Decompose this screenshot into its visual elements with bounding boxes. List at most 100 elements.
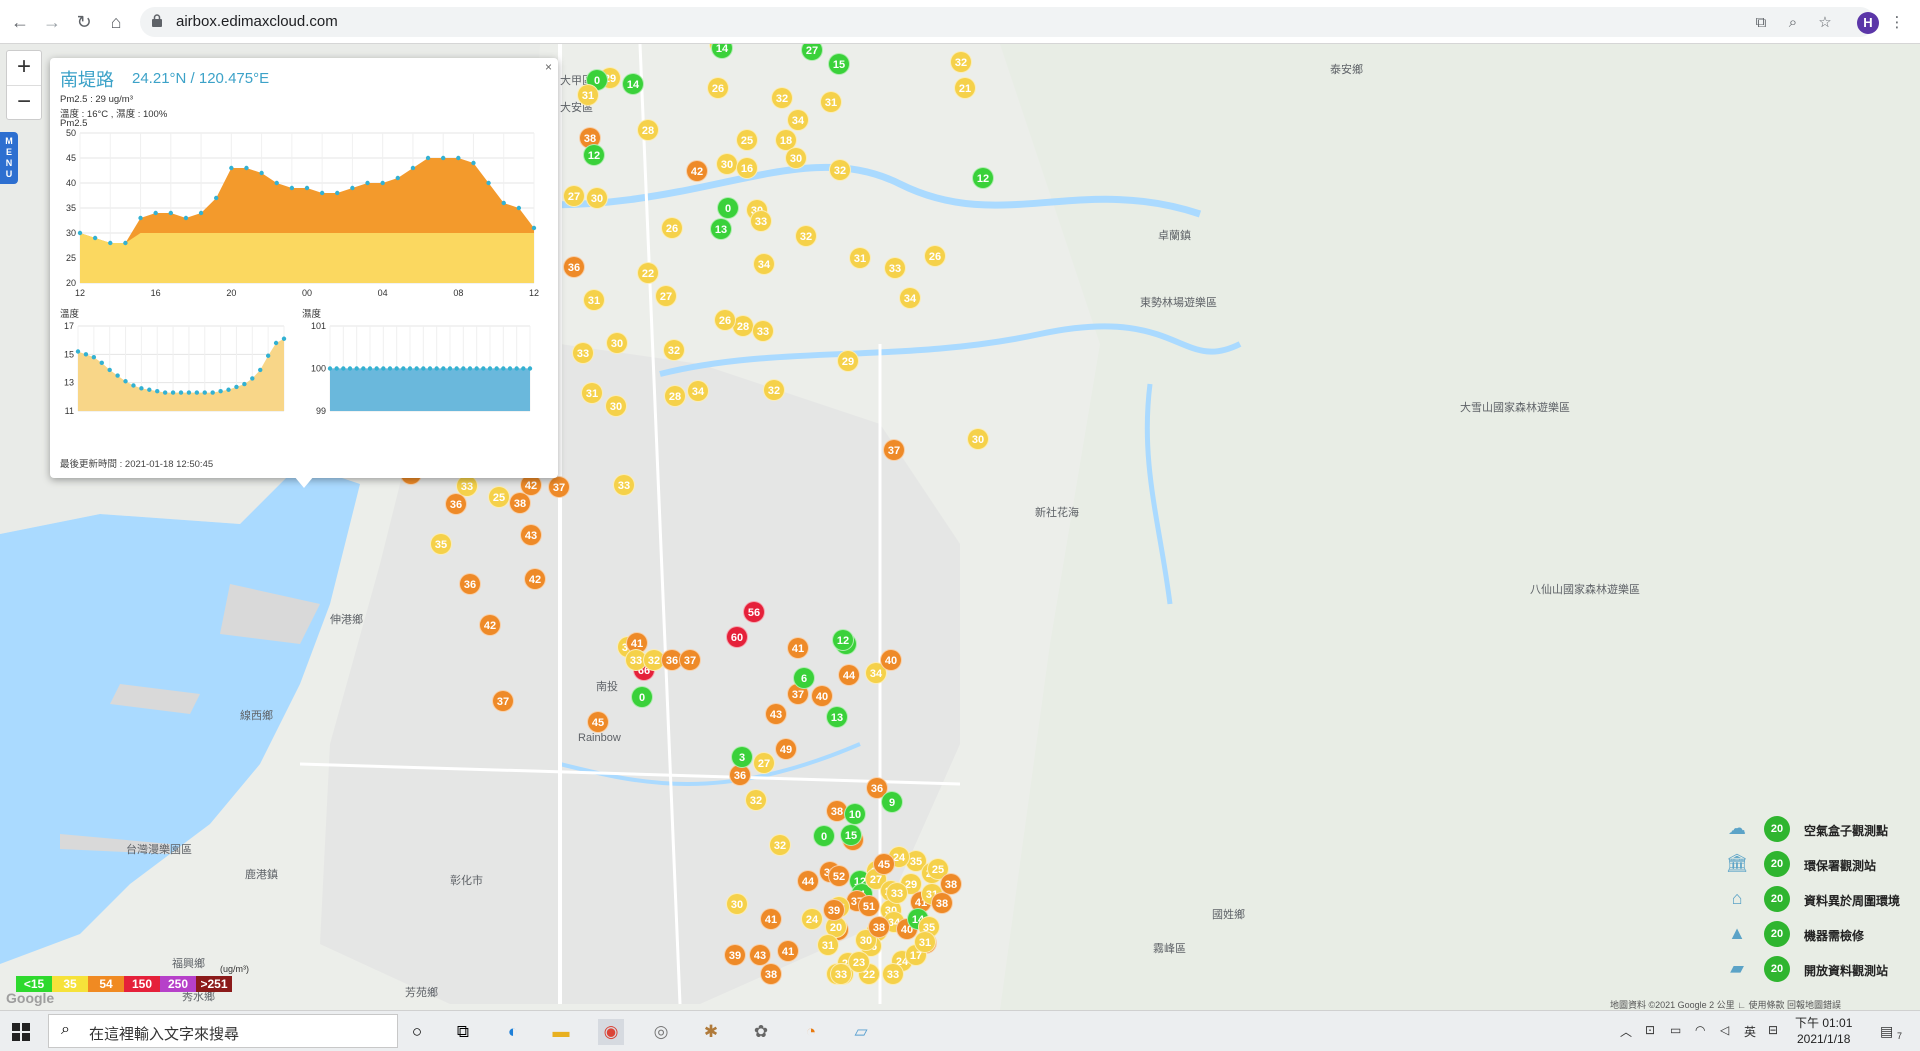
chrome-icon[interactable]: ◉ [598,1019,624,1045]
volume-icon[interactable]: ◁ [1720,1023,1729,1037]
sensor-marker[interactable]: 39 [724,944,746,966]
sensor-marker[interactable]: 40 [811,685,833,707]
sensor-marker[interactable]: 23 [848,951,870,973]
sensor-marker[interactable]: 38 [760,963,782,985]
sensor-marker[interactable]: 40 [880,649,902,671]
sensor-marker[interactable]: 35 [430,533,452,555]
sensor-marker[interactable]: 31 [577,84,599,106]
sensor-marker[interactable]: 36 [563,256,585,278]
home-icon[interactable]: ⌂ [104,10,128,34]
sensor-marker[interactable]: 38 [940,873,962,895]
sensor-marker[interactable]: 49 [775,738,797,760]
sensor-marker[interactable]: 52 [828,865,850,887]
kebab-menu-icon[interactable]: ⋮ [1888,14,1906,32]
sensor-marker[interactable]: 26 [714,309,736,331]
sensor-marker[interactable]: 6 [793,667,815,689]
menu-tab[interactable]: MENU [0,132,18,184]
task-view-icon[interactable]: ⧉ [450,1019,476,1045]
sensor-marker[interactable]: 33 [882,963,904,985]
sensor-marker[interactable]: 33 [613,474,635,496]
sensor-marker[interactable]: 44 [797,870,819,892]
app-icon-4[interactable]: ▱ [848,1019,874,1045]
address-bar[interactable]: airbox.edimaxcloud.com [140,7,1875,37]
back-arrow-icon[interactable]: ← [8,10,32,34]
sensor-marker[interactable]: 42 [479,614,501,636]
sensor-marker[interactable]: 43 [520,524,542,546]
sensor-marker[interactable]: 15 [828,53,850,75]
sensor-marker[interactable]: 30 [605,395,627,417]
close-icon[interactable]: × [545,60,552,74]
battery-icon[interactable]: ▭ [1670,1023,1681,1037]
zoom-in-button[interactable]: + [7,51,41,86]
blender-icon[interactable]: ◔ [798,1019,824,1045]
sensor-marker[interactable]: 31 [581,382,603,404]
sensor-marker[interactable]: 36 [459,573,481,595]
sensor-marker[interactable]: 44 [838,664,860,686]
zoom-magnifier-icon[interactable]: ⌕ [1784,14,1802,32]
sensor-marker[interactable]: 28 [637,119,659,141]
sensor-marker[interactable]: 45 [587,711,609,733]
sensor-marker[interactable]: 30 [967,428,989,450]
sensor-marker[interactable]: 31 [849,247,871,269]
sensor-marker[interactable]: 13 [710,218,732,240]
sensor-marker[interactable]: 32 [745,789,767,811]
sensor-marker[interactable]: 41 [787,637,809,659]
windows-start-icon[interactable] [12,1023,30,1041]
sensor-marker[interactable]: 32 [829,159,851,181]
bookmark-star-icon[interactable]: ☆ [1816,14,1834,32]
notification-icon[interactable]: ▤ [1880,1023,1893,1040]
zoom-out-button[interactable]: − [7,86,41,120]
map-canvas[interactable]: 大甲區 大安區 東勢林場遊樂區 大雪山國家森林遊樂區 卓蘭鎮 泰安鄉 伸港鄉 線西鄉 鹿港鎮 彰化… [0,44,1920,1010]
sensor-marker[interactable]: 56 [743,601,765,623]
sensor-marker[interactable]: 32 [771,87,793,109]
sensor-marker[interactable]: 29 [837,350,859,372]
sensor-marker[interactable]: 31 [817,934,839,956]
sensor-marker[interactable]: 32 [795,225,817,247]
tray-app-icon[interactable]: ⊡ [1645,1023,1655,1037]
sensor-marker[interactable]: 9 [881,791,903,813]
sensor-marker[interactable]: 38 [868,916,890,938]
sensor-marker[interactable]: 10 [844,803,866,825]
sensor-marker[interactable]: 32 [763,379,785,401]
tray-chevron-icon[interactable]: ︿ [1620,1023,1632,1040]
sensor-marker[interactable]: 28 [664,385,686,407]
sensor-marker[interactable]: 31 [820,91,842,113]
forward-arrow-icon[interactable]: → [40,10,64,34]
sensor-marker[interactable]: 22 [637,262,659,284]
sensor-marker[interactable]: 42 [524,568,546,590]
cortana-icon[interactable]: ○ [404,1019,430,1045]
sensor-marker[interactable]: 30 [586,187,608,209]
sensor-marker[interactable]: 31 [914,931,936,953]
sensor-marker[interactable]: 34 [899,287,921,309]
sensor-marker[interactable]: 41 [760,908,782,930]
sensor-marker[interactable]: 37 [548,476,570,498]
sensor-marker[interactable]: 12 [972,167,994,189]
sensor-marker[interactable]: 51 [858,895,880,917]
sensor-marker[interactable]: 33 [752,320,774,342]
sensor-marker[interactable]: 0 [631,686,653,708]
translate-icon[interactable]: ⧉ [1752,14,1770,32]
sensor-marker[interactable]: 25 [736,129,758,151]
sensor-marker[interactable]: 32 [663,339,685,361]
sensor-marker[interactable]: 32 [769,834,791,856]
sensor-marker[interactable]: 26 [924,245,946,267]
sensor-marker[interactable]: 0 [813,825,835,847]
sensor-marker[interactable]: 14 [622,73,644,95]
app-icon-3[interactable]: ✿ [748,1019,774,1045]
file-explorer-icon[interactable]: ▬ [548,1019,574,1045]
sensor-marker[interactable]: 0 [717,197,739,219]
sensor-marker[interactable]: 37 [492,690,514,712]
sensor-marker[interactable]: 60 [726,626,748,648]
sensor-marker[interactable]: 43 [765,703,787,725]
ime-mode-icon[interactable]: ⊟ [1768,1023,1778,1037]
sensor-marker[interactable]: 30 [606,332,628,354]
sensor-marker[interactable]: 27 [753,752,775,774]
sensor-marker[interactable]: 32 [950,51,972,73]
sensor-marker[interactable]: 33 [884,257,906,279]
sensor-marker[interactable]: 34 [787,109,809,131]
sensor-marker[interactable]: 39 [823,899,845,921]
sensor-marker[interactable]: 38 [931,892,953,914]
sensor-marker[interactable]: 24 [801,908,823,930]
sensor-marker[interactable]: 12 [583,144,605,166]
sensor-marker[interactable]: 13 [826,706,848,728]
